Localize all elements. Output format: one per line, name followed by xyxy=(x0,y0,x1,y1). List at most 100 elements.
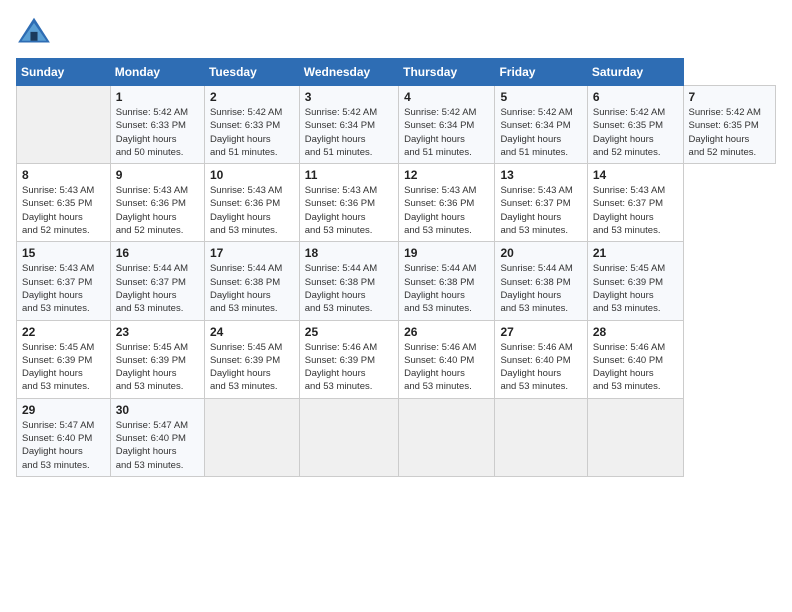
day-number: 7 xyxy=(689,90,770,104)
day-info: Sunrise: 5:47 AMSunset: 6:40 PMDaylight … xyxy=(22,420,94,471)
day-number: 28 xyxy=(593,325,678,339)
day-info: Sunrise: 5:42 AMSunset: 6:35 PMDaylight … xyxy=(689,107,761,158)
day-number: 3 xyxy=(305,90,393,104)
day-info: Sunrise: 5:43 AMSunset: 6:37 PMDaylight … xyxy=(22,263,94,314)
calendar-cell xyxy=(204,398,299,476)
header-day: Saturday xyxy=(587,59,683,86)
day-info: Sunrise: 5:46 AMSunset: 6:39 PMDaylight … xyxy=(305,342,377,393)
calendar-table: SundayMondayTuesdayWednesdayThursdayFrid… xyxy=(16,58,776,477)
header-day: Sunday xyxy=(17,59,111,86)
day-number: 12 xyxy=(404,168,489,182)
day-info: Sunrise: 5:43 AMSunset: 6:35 PMDaylight … xyxy=(22,185,94,236)
day-number: 11 xyxy=(305,168,393,182)
day-number: 5 xyxy=(500,90,581,104)
calendar-week-row: 8 Sunrise: 5:43 AMSunset: 6:35 PMDaylight… xyxy=(17,164,776,242)
calendar-cell: 7 Sunrise: 5:42 AMSunset: 6:35 PMDaylight… xyxy=(683,86,775,164)
day-info: Sunrise: 5:45 AMSunset: 6:39 PMDaylight … xyxy=(116,342,188,393)
calendar-cell: 18 Sunrise: 5:44 AMSunset: 6:38 PMDayligh… xyxy=(299,242,398,320)
calendar-cell: 28 Sunrise: 5:46 AMSunset: 6:40 PMDayligh… xyxy=(587,320,683,398)
day-number: 26 xyxy=(404,325,489,339)
calendar-cell: 16Sunrise: 5:44 AMSunset: 6:37 PMDayligh… xyxy=(110,242,204,320)
calendar-cell: 29 Sunrise: 5:47 AMSunset: 6:40 PMDayligh… xyxy=(17,398,111,476)
day-info: Sunrise: 5:43 AMSunset: 6:37 PMDaylight … xyxy=(593,185,665,236)
calendar-cell: 21Sunrise: 5:45 AMSunset: 6:39 PMDayligh… xyxy=(587,242,683,320)
calendar-cell: 17Sunrise: 5:44 AMSunset: 6:38 PMDayligh… xyxy=(204,242,299,320)
day-number: 13 xyxy=(500,168,581,182)
calendar-cell xyxy=(17,86,111,164)
day-info: Sunrise: 5:43 AMSunset: 6:36 PMDaylight … xyxy=(404,185,476,236)
header-day: Thursday xyxy=(399,59,495,86)
day-number: 2 xyxy=(210,90,294,104)
day-number: 4 xyxy=(404,90,489,104)
header-day: Wednesday xyxy=(299,59,398,86)
calendar-cell: 12 Sunrise: 5:43 AMSunset: 6:36 PMDayligh… xyxy=(399,164,495,242)
calendar-cell: 13 Sunrise: 5:43 AMSunset: 6:37 PMDayligh… xyxy=(495,164,587,242)
calendar-cell: 8 Sunrise: 5:43 AMSunset: 6:35 PMDaylight… xyxy=(17,164,111,242)
calendar-cell: 19Sunrise: 5:44 AMSunset: 6:38 PMDayligh… xyxy=(399,242,495,320)
calendar-week-row: 22Sunrise: 5:45 AMSunset: 6:39 PMDayligh… xyxy=(17,320,776,398)
day-number: 29 xyxy=(22,403,105,417)
day-number: 9 xyxy=(116,168,199,182)
day-info: Sunrise: 5:44 AMSunset: 6:38 PMDaylight … xyxy=(500,263,572,314)
day-info: Sunrise: 5:43 AMSunset: 6:37 PMDaylight … xyxy=(500,185,572,236)
day-info: Sunrise: 5:43 AMSunset: 6:36 PMDaylight … xyxy=(305,185,377,236)
day-info: Sunrise: 5:42 AMSunset: 6:33 PMDaylight … xyxy=(116,107,188,158)
calendar-week-row: 29 Sunrise: 5:47 AMSunset: 6:40 PMDayligh… xyxy=(17,398,776,476)
calendar-cell: 6 Sunrise: 5:42 AMSunset: 6:35 PMDaylight… xyxy=(587,86,683,164)
day-info: Sunrise: 5:45 AMSunset: 6:39 PMDaylight … xyxy=(210,342,282,393)
day-number: 27 xyxy=(500,325,581,339)
header-day: Friday xyxy=(495,59,587,86)
calendar-cell: 1 Sunrise: 5:42 AMSunset: 6:33 PMDaylight… xyxy=(110,86,204,164)
day-info: Sunrise: 5:44 AMSunset: 6:38 PMDaylight … xyxy=(305,263,377,314)
day-number: 10 xyxy=(210,168,294,182)
calendar-cell: 2 Sunrise: 5:42 AMSunset: 6:33 PMDaylight… xyxy=(204,86,299,164)
day-info: Sunrise: 5:42 AMSunset: 6:34 PMDaylight … xyxy=(404,107,476,158)
calendar-cell: 23 Sunrise: 5:45 AMSunset: 6:39 PMDayligh… xyxy=(110,320,204,398)
day-info: Sunrise: 5:42 AMSunset: 6:35 PMDaylight … xyxy=(593,107,665,158)
page-header xyxy=(16,16,776,46)
day-number: 23 xyxy=(116,325,199,339)
calendar-cell: 14 Sunrise: 5:43 AMSunset: 6:37 PMDayligh… xyxy=(587,164,683,242)
header-day: Monday xyxy=(110,59,204,86)
calendar-week-row: 1 Sunrise: 5:42 AMSunset: 6:33 PMDaylight… xyxy=(17,86,776,164)
calendar-cell: 24 Sunrise: 5:45 AMSunset: 6:39 PMDayligh… xyxy=(204,320,299,398)
day-number: 14 xyxy=(593,168,678,182)
day-number: 18 xyxy=(305,246,393,260)
calendar-cell: 22Sunrise: 5:45 AMSunset: 6:39 PMDayligh… xyxy=(17,320,111,398)
calendar-cell: 4 Sunrise: 5:42 AMSunset: 6:34 PMDaylight… xyxy=(399,86,495,164)
day-number: 1 xyxy=(116,90,199,104)
calendar-cell: 5 Sunrise: 5:42 AMSunset: 6:34 PMDaylight… xyxy=(495,86,587,164)
day-number: 6 xyxy=(593,90,678,104)
day-number: 24 xyxy=(210,325,294,339)
calendar-cell: 20 Sunrise: 5:44 AMSunset: 6:38 PMDayligh… xyxy=(495,242,587,320)
day-info: Sunrise: 5:42 AMSunset: 6:34 PMDaylight … xyxy=(500,107,572,158)
calendar-cell xyxy=(399,398,495,476)
calendar-cell: 15 Sunrise: 5:43 AMSunset: 6:37 PMDayligh… xyxy=(17,242,111,320)
day-number: 20 xyxy=(500,246,581,260)
header-day: Tuesday xyxy=(204,59,299,86)
calendar-cell: 9 Sunrise: 5:43 AMSunset: 6:36 PMDaylight… xyxy=(110,164,204,242)
day-info: Sunrise: 5:42 AMSunset: 6:34 PMDaylight … xyxy=(305,107,377,158)
day-info: Sunrise: 5:43 AMSunset: 6:36 PMDaylight … xyxy=(210,185,282,236)
day-info: Sunrise: 5:43 AMSunset: 6:36 PMDaylight … xyxy=(116,185,188,236)
calendar-cell: 25 Sunrise: 5:46 AMSunset: 6:39 PMDayligh… xyxy=(299,320,398,398)
calendar-cell xyxy=(299,398,398,476)
day-number: 17 xyxy=(210,246,294,260)
day-number: 25 xyxy=(305,325,393,339)
day-info: Sunrise: 5:42 AMSunset: 6:33 PMDaylight … xyxy=(210,107,282,158)
day-number: 8 xyxy=(22,168,105,182)
calendar-cell: 11 Sunrise: 5:43 AMSunset: 6:36 PMDayligh… xyxy=(299,164,398,242)
day-info: Sunrise: 5:45 AMSunset: 6:39 PMDaylight … xyxy=(22,342,94,393)
calendar-cell xyxy=(587,398,683,476)
day-info: Sunrise: 5:46 AMSunset: 6:40 PMDaylight … xyxy=(500,342,572,393)
calendar-cell xyxy=(495,398,587,476)
day-info: Sunrise: 5:46 AMSunset: 6:40 PMDaylight … xyxy=(593,342,665,393)
day-info: Sunrise: 5:46 AMSunset: 6:40 PMDaylight … xyxy=(404,342,476,393)
logo xyxy=(16,16,56,46)
header-row: SundayMondayTuesdayWednesdayThursdayFrid… xyxy=(17,59,776,86)
calendar-cell: 30Sunrise: 5:47 AMSunset: 6:40 PMDayligh… xyxy=(110,398,204,476)
day-number: 15 xyxy=(22,246,105,260)
calendar-cell: 10 Sunrise: 5:43 AMSunset: 6:36 PMDayligh… xyxy=(204,164,299,242)
calendar-week-row: 15 Sunrise: 5:43 AMSunset: 6:37 PMDayligh… xyxy=(17,242,776,320)
calendar-cell: 27 Sunrise: 5:46 AMSunset: 6:40 PMDayligh… xyxy=(495,320,587,398)
